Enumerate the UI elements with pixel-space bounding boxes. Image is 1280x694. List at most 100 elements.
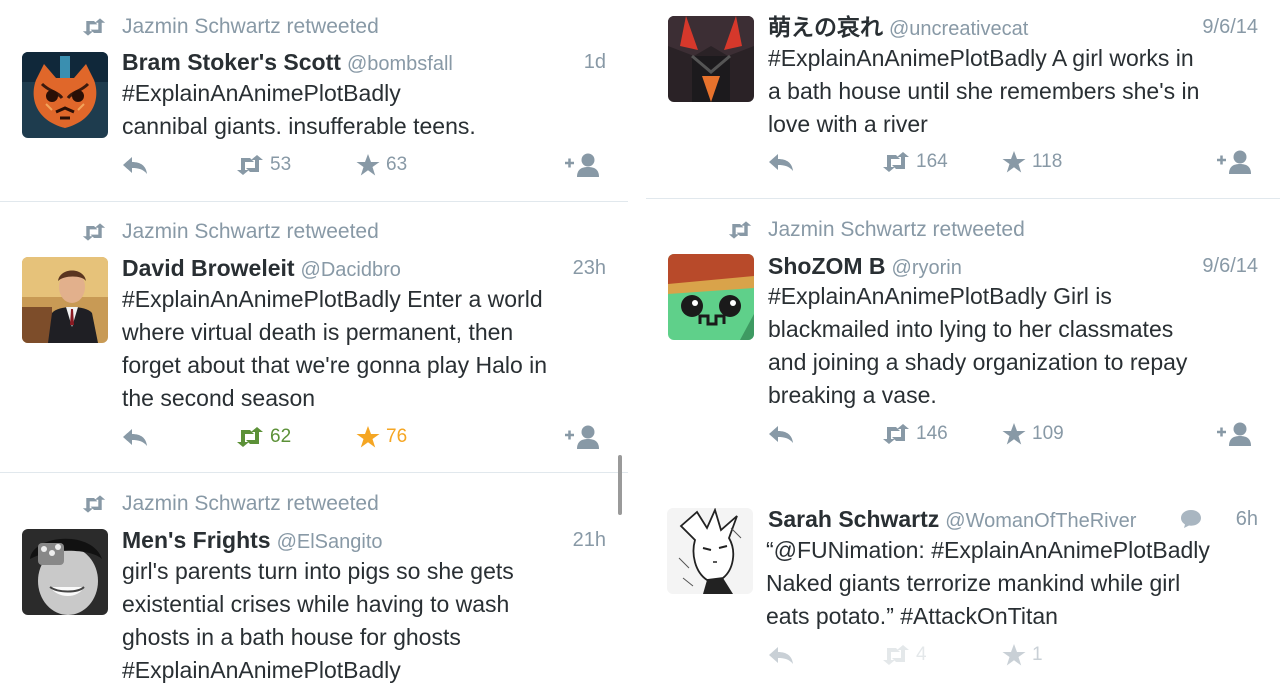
tweet-timestamp[interactable]: 1d xyxy=(584,47,606,77)
tweet-text-line: #ExplainAnAnimePlotBadly Enter a world xyxy=(122,286,543,312)
avatar[interactable] xyxy=(668,254,754,340)
favorite-button[interactable]: 109 xyxy=(1002,420,1064,448)
avatar[interactable] xyxy=(22,257,108,343)
follow-button[interactable] xyxy=(1216,420,1258,448)
retweeted-by-text: Jazmin Schwartz retweeted xyxy=(122,492,379,515)
reply-button[interactable] xyxy=(768,641,800,669)
tweet-text-line: “@FUNimation: #ExplainAnAnimePlotBadly xyxy=(766,537,1210,563)
reply-bubble-icon xyxy=(1180,509,1202,529)
user-handle[interactable]: @Dacidbro xyxy=(301,259,401,281)
tweet-item[interactable]: Sarah Schwartz @WomanOfTheRiver 6h “@FUNi… xyxy=(646,470,1280,694)
tweet-actions: 146 109 xyxy=(768,420,1258,448)
tweet-timestamp[interactable]: 9/6/14 xyxy=(1202,12,1258,42)
tweet-text-line: #ExplainAnAnimePlotBadly Girl is xyxy=(768,283,1112,309)
tweet-item[interactable]: Jazmin Schwartz retweeted ShoZOM B @ryori… xyxy=(646,199,1280,469)
anime-character-avatar xyxy=(668,16,754,102)
favorite-count: 109 xyxy=(1032,423,1064,444)
retweeted-by-text: Jazmin Schwartz retweeted xyxy=(122,15,379,38)
tweet-text-line: a bath house until she remembers she's i… xyxy=(768,78,1200,104)
user-name[interactable]: Sarah Schwartz xyxy=(768,506,939,532)
tweet-timestamp[interactable]: 23h xyxy=(573,253,606,283)
retweet-button[interactable]: 164 xyxy=(882,148,948,176)
man-in-suit-photo-avatar xyxy=(22,257,108,343)
retweet-button[interactable]: 4 xyxy=(882,641,927,669)
retweet-icon xyxy=(236,155,264,175)
tweet-text-line: where virtual death is permanent, then xyxy=(122,319,514,345)
tweet-timestamp[interactable]: 21h xyxy=(573,525,606,555)
black-white-photo-avatar xyxy=(22,529,108,615)
retweet-count: 4 xyxy=(916,644,927,665)
reply-button[interactable] xyxy=(122,423,154,451)
tweet-item[interactable]: Jazmin Schwartz retweeted Bram Stoker's … xyxy=(0,0,628,202)
retweet-icon xyxy=(882,645,910,665)
scrollbar[interactable] xyxy=(618,455,622,515)
follow-user-icon xyxy=(564,424,600,450)
avatar[interactable] xyxy=(22,52,108,138)
retweet-small-icon xyxy=(728,220,752,240)
favorite-button[interactable]: 1 xyxy=(1002,641,1043,669)
retweet-button[interactable]: 62 xyxy=(236,423,291,451)
tweet-text-line: Naked giants terrorize mankind while gir… xyxy=(766,570,1181,596)
follow-user-icon xyxy=(1216,149,1252,175)
tweet-item[interactable]: 萌えの哀れ @uncreativecat 9/6/14 #ExplainAnAni… xyxy=(646,0,1280,199)
retweet-button[interactable]: 146 xyxy=(882,420,948,448)
tweet-text: “@FUNimation: #ExplainAnAnimePlotBadly N… xyxy=(766,534,1258,633)
tweet-text: #ExplainAnAnimePlotBadly A girl works in… xyxy=(768,42,1258,141)
favorite-count: 76 xyxy=(386,426,408,447)
tweet-item[interactable]: Jazmin Schwartz retweeted Men's Frights @… xyxy=(0,473,628,694)
avatar[interactable] xyxy=(667,508,753,594)
user-name[interactable]: ShoZOM B xyxy=(768,253,886,279)
tweet-text-line: breaking a vase. xyxy=(768,382,937,408)
tweet-text-line: #ExplainAnAnimePlotBadly xyxy=(122,80,401,106)
user-handle[interactable]: @ElSangito xyxy=(277,531,383,553)
tweet-text-line: ghosts in a bath house for ghosts xyxy=(122,624,461,650)
follow-user-icon xyxy=(564,152,600,178)
retweet-context: Jazmin Schwartz retweeted xyxy=(768,217,1025,243)
tweet-timestamp[interactable]: 9/6/14 xyxy=(1202,251,1258,281)
left-timeline-column: Jazmin Schwartz retweeted Bram Stoker's … xyxy=(0,0,628,694)
retweet-icon xyxy=(882,152,910,172)
tweet-text-line: girl's parents turn into pigs so she get… xyxy=(122,558,514,584)
tweet-text-line: love with a river xyxy=(768,111,928,137)
follow-button[interactable] xyxy=(1216,148,1258,176)
user-name[interactable]: Bram Stoker's Scott xyxy=(122,49,341,75)
retweet-count: 53 xyxy=(270,154,292,175)
user-handle[interactable]: @ryorin xyxy=(892,257,962,279)
reply-button[interactable] xyxy=(768,148,800,176)
tweet-text-line: #ExplainAnAnimePlotBadly xyxy=(122,657,401,683)
star-icon xyxy=(356,153,380,177)
retweet-small-icon xyxy=(82,222,106,242)
reply-icon xyxy=(768,152,794,172)
favorite-button[interactable]: 118 xyxy=(1002,148,1062,176)
column-gutter xyxy=(628,0,646,694)
user-handle[interactable]: @uncreativecat xyxy=(889,18,1028,40)
retweet-small-icon xyxy=(82,17,106,37)
user-name[interactable]: Men's Frights xyxy=(122,527,271,553)
reply-icon xyxy=(768,424,794,444)
tweet-item[interactable]: Jazmin Schwartz retweeted David Browelei… xyxy=(0,202,628,473)
follow-button[interactable] xyxy=(564,423,606,451)
retweet-button[interactable]: 53 xyxy=(236,151,291,179)
tweet-text-line: #ExplainAnAnimePlotBadly A girl works in xyxy=(768,45,1194,71)
user-name[interactable]: David Broweleit xyxy=(122,255,295,281)
user-handle[interactable]: @WomanOfTheRiver xyxy=(945,510,1136,532)
tweet-text-line: cannibal giants. insufferable teens. xyxy=(122,113,476,139)
tweet-timestamp[interactable]: 6h xyxy=(1236,504,1258,534)
avatar[interactable] xyxy=(22,529,108,615)
retweet-count: 146 xyxy=(916,423,948,444)
tweet-actions: 4 1 xyxy=(768,641,1258,669)
orange-cat-mask-avatar xyxy=(22,52,108,138)
favorite-count: 63 xyxy=(386,154,408,175)
user-handle[interactable]: @bombsfall xyxy=(347,53,453,75)
tweet-actions: 62 76 xyxy=(122,423,606,451)
avatar[interactable] xyxy=(668,16,754,102)
reply-button[interactable] xyxy=(122,151,154,179)
reply-button[interactable] xyxy=(768,420,800,448)
user-name[interactable]: 萌えの哀れ xyxy=(768,14,883,40)
tweet-text-line: existential crises while having to wash xyxy=(122,591,510,617)
tweet-text-line: forget about that we're gonna play Halo … xyxy=(122,352,548,378)
follow-button[interactable] xyxy=(564,151,606,179)
favorite-button[interactable]: 76 xyxy=(356,423,407,451)
retweet-count: 62 xyxy=(270,426,292,447)
favorite-button[interactable]: 63 xyxy=(356,151,407,179)
